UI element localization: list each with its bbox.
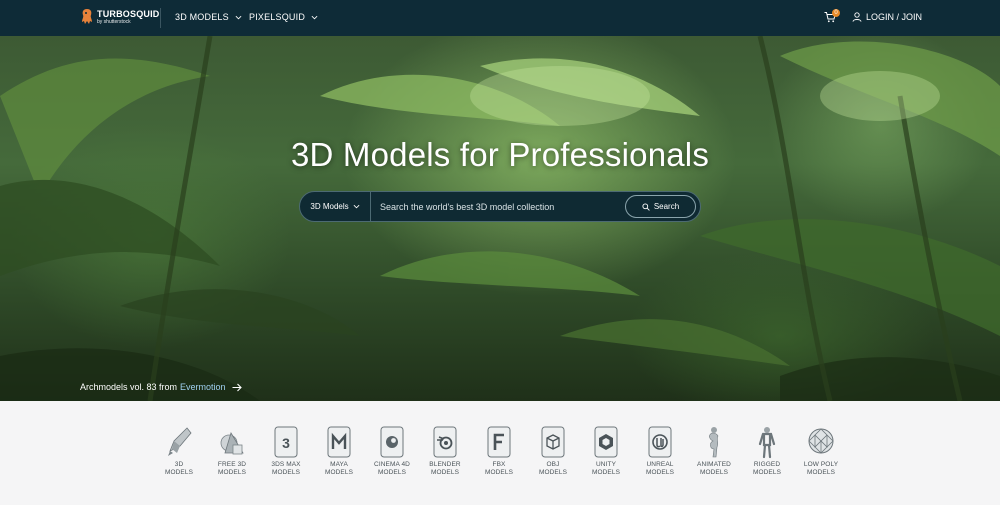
obj-icon	[541, 426, 565, 458]
hero-title: 3D Models for Professionals	[290, 136, 710, 173]
category-maya-models[interactable]: MAYA MODELS	[313, 425, 365, 477]
category-blender-models[interactable]: BLENDER MODELS	[419, 425, 471, 477]
3ds-max-icon: 3	[274, 426, 298, 458]
credit-link-evermotion[interactable]: Evermotion	[180, 382, 226, 392]
nav-3d-models-menu[interactable]: 3D MODELS	[175, 12, 242, 22]
search-category-label: 3D Models	[310, 202, 349, 211]
free-shapes-icon	[220, 432, 244, 455]
search-category-dropdown[interactable]: 3D Models	[300, 192, 371, 221]
nav-divider	[160, 8, 161, 28]
search-button-label: Search	[653, 202, 680, 211]
category-animated-models[interactable]: ANIMATED MODELS	[688, 425, 740, 477]
category-unity-models[interactable]: UNITY MODELS	[580, 425, 632, 477]
category-line2: MODELS	[430, 469, 460, 476]
category-cinema-4d-models[interactable]: CINEMA 4D MODELS	[366, 425, 418, 477]
squid-logo-icon	[82, 9, 92, 24]
category-line1: OBJ	[546, 461, 560, 468]
category-line1: LOW POLY	[803, 461, 839, 468]
chevron-down-icon	[353, 204, 360, 209]
cinema-4d-icon	[380, 426, 404, 458]
category-line2: MODELS	[484, 469, 514, 476]
category-low-poly-models[interactable]: LOW POLY MODELS	[795, 425, 847, 477]
category-obj-models[interactable]: OBJ MODELS	[527, 425, 579, 477]
arrow-right-icon[interactable]	[232, 383, 242, 392]
category-line1: MAYA	[330, 461, 348, 468]
nav-pixelsquid-label: PIXELSQUID	[249, 12, 306, 22]
category-line1: 3D	[174, 461, 184, 468]
login-join-link[interactable]: LOGIN / JOIN	[852, 12, 922, 22]
unreal-icon	[648, 426, 672, 458]
category-line1: BLENDER	[429, 461, 461, 468]
hero-banner: 3D Models for Professionals 3D Models Se…	[0, 36, 1000, 401]
user-icon	[852, 12, 862, 22]
chevron-down-icon	[235, 15, 242, 19]
search-bar: 3D Models Search	[299, 191, 701, 222]
category-rigged-models[interactable]: RIGGED MODELS	[741, 425, 793, 477]
fbx-icon	[487, 426, 511, 458]
nav-pixelsquid-menu[interactable]: PIXELSQUID	[249, 12, 318, 22]
category-line2: MODELS	[645, 469, 675, 476]
category-free-3d-models[interactable]: FREE 3D MODELS	[206, 425, 258, 477]
category-fbx-models[interactable]: FBX MODELS	[473, 425, 525, 477]
category-line2: MODELS	[164, 469, 194, 476]
svg-text:3: 3	[282, 435, 290, 451]
unity-icon	[594, 426, 618, 458]
category-line2: MODELS	[324, 469, 354, 476]
search-button[interactable]: Search	[625, 195, 696, 218]
credit-text: Archmodels vol. 83 from	[80, 382, 178, 392]
search-icon	[642, 202, 650, 211]
nav-3d-models-label: 3D MODELS	[175, 12, 229, 22]
category-line2: MODELS	[217, 469, 247, 476]
brand-sub: by shutterstock	[97, 18, 131, 25]
category-line1: 3DS MAX	[271, 461, 301, 468]
category-line2: MODELS	[591, 469, 621, 476]
category-line2: MODELS	[271, 469, 301, 476]
category-line1: FREE 3D	[217, 461, 247, 468]
login-join-label: LOGIN / JOIN	[866, 12, 923, 22]
category-line2: MODELS	[806, 469, 836, 476]
top-navbar: TURBOSQUID by shutterstock 3D MODELS PIX…	[0, 0, 1000, 36]
category-line1: UNREAL	[646, 461, 674, 468]
category-3ds-max-models[interactable]: 3 3DS MAX MODELS	[260, 425, 312, 477]
category-bar: 3D MODELS FREE 3D MODELS 3 3DS MAX MODELS M…	[0, 401, 1000, 505]
category-line2: MODELS	[538, 469, 568, 476]
category-line1: FBX	[492, 461, 506, 468]
maya-icon	[327, 426, 351, 458]
category-line1: ANIMATED	[697, 461, 731, 468]
category-line1: UNITY	[596, 461, 616, 468]
chevron-down-icon	[311, 15, 318, 19]
turbosquid-logo[interactable]: TURBOSQUID by shutterstock	[80, 8, 160, 26]
animated-figure-icon	[709, 427, 719, 458]
rocket-icon	[168, 427, 192, 456]
category-unreal-models[interactable]: UNREAL MODELS	[634, 425, 686, 477]
category-3d-models[interactable]: 3D MODELS	[153, 425, 205, 477]
blender-icon	[433, 426, 457, 458]
category-line2: MODELS	[699, 469, 729, 476]
search-input[interactable]	[380, 192, 610, 221]
rigged-figure-icon	[758, 427, 776, 459]
cart-count-badge: 0	[832, 9, 840, 17]
category-line2: MODELS	[752, 469, 782, 476]
hero-credit: Archmodels vol. 83 from Evermotion	[80, 382, 242, 392]
category-line1: CINEMA 4D	[374, 461, 410, 468]
category-line2: MODELS	[377, 469, 407, 476]
brand-name: TURBOSQUID	[97, 8, 160, 19]
low-poly-sphere-icon	[808, 428, 834, 454]
category-line1: RIGGED	[753, 461, 781, 468]
